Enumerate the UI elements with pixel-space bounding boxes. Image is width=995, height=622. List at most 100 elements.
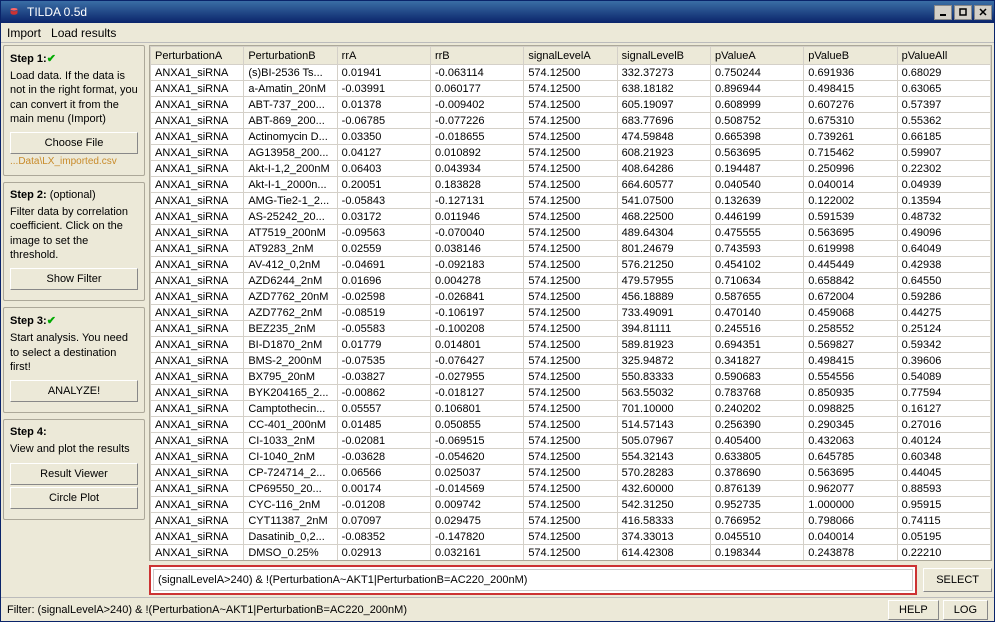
column-header[interactable]: pValueB: [804, 47, 897, 65]
table-row[interactable]: ANXA1_siRNAAZD7762_20nM-0.02598-0.026841…: [151, 289, 991, 305]
data-table-container[interactable]: PerturbationAPerturbationBrrArrBsignalLe…: [149, 45, 992, 561]
select-button[interactable]: SELECT: [923, 568, 992, 592]
table-row[interactable]: ANXA1_siRNACI-1033_2nM-0.02081-0.0695155…: [151, 433, 991, 449]
table-row[interactable]: ANXA1_siRNABI-D1870_2nM0.017790.01480157…: [151, 337, 991, 353]
help-button[interactable]: HELP: [888, 600, 939, 620]
table-row[interactable]: ANXA1_siRNACYC-116_2nM-0.012080.00974257…: [151, 497, 991, 513]
table-cell: 0.665398: [710, 129, 803, 145]
table-cell: 489.64304: [617, 225, 710, 241]
table-row[interactable]: ANXA1_siRNADasatinib_0,2...-0.08352-0.14…: [151, 529, 991, 545]
table-row[interactable]: ANXA1_siRNAAV-412_0,2nM-0.04691-0.092183…: [151, 257, 991, 273]
table-row[interactable]: ANXA1_siRNACYT11387_2nM0.070970.02947557…: [151, 513, 991, 529]
table-cell: 574.12500: [524, 513, 617, 529]
table-cell: CYT11387_2nM: [244, 513, 337, 529]
column-header[interactable]: PerturbationB: [244, 47, 337, 65]
table-row[interactable]: ANXA1_siRNACC-401_200nM0.014850.05085557…: [151, 417, 991, 433]
step3-title: Step 3:✔: [10, 314, 138, 327]
table-cell: 0.498415: [804, 81, 897, 97]
table-cell: 456.18889: [617, 289, 710, 305]
table-cell: 0.64550: [897, 273, 990, 289]
table-cell: CI-1033_2nM: [244, 433, 337, 449]
column-header[interactable]: signalLevelB: [617, 47, 710, 65]
table-cell: Akt-I-1_2000n...: [244, 177, 337, 193]
table-cell: 0.633805: [710, 449, 803, 465]
table-row[interactable]: ANXA1_siRNACamptothecin...0.055570.10680…: [151, 401, 991, 417]
table-cell: 0.132639: [710, 193, 803, 209]
table-row[interactable]: ANXA1_siRNAAT7519_200nM-0.09563-0.070040…: [151, 225, 991, 241]
table-cell: a-Amatin_20nM: [244, 81, 337, 97]
table-row[interactable]: ANXA1_siRNAABT-869_200...-0.06785-0.0772…: [151, 113, 991, 129]
table-cell: 0.783768: [710, 385, 803, 401]
table-cell: 574.12500: [524, 369, 617, 385]
table-row[interactable]: ANXA1_siRNAAkt-I-1,2_200nM0.064030.04393…: [151, 161, 991, 177]
table-row[interactable]: ANXA1_siRNACP69550_20...0.00174-0.014569…: [151, 481, 991, 497]
table-cell: 733.49091: [617, 305, 710, 321]
table-cell: BEZ235_2nM: [244, 321, 337, 337]
table-row[interactable]: ANXA1_siRNA(s)BI-2536 Ts...0.01941-0.063…: [151, 65, 991, 81]
table-row[interactable]: ANXA1_siRNAAS-25242_20...0.031720.011946…: [151, 209, 991, 225]
table-row[interactable]: ANXA1_siRNACP-724714_2...0.065660.025037…: [151, 465, 991, 481]
result-viewer-button[interactable]: Result Viewer: [10, 463, 138, 485]
maximize-button[interactable]: [954, 5, 972, 20]
column-header[interactable]: signalLevelA: [524, 47, 617, 65]
table-cell: 0.74115: [897, 513, 990, 529]
table-cell: AV-412_0,2nM: [244, 257, 337, 273]
show-filter-button[interactable]: Show Filter: [10, 268, 138, 290]
table-row[interactable]: ANXA1_siRNAAZD6244_2nM0.016960.004278574…: [151, 273, 991, 289]
table-cell: 0.715462: [804, 145, 897, 161]
table-cell: 0.63065: [897, 81, 990, 97]
choose-file-button[interactable]: Choose File: [10, 132, 138, 154]
table-cell: 0.60348: [897, 449, 990, 465]
table-row[interactable]: ANXA1_siRNAAkt-I-1_2000n...0.200510.1838…: [151, 177, 991, 193]
table-row[interactable]: ANXA1_siRNABX795_20nM-0.03827-0.02795557…: [151, 369, 991, 385]
minimize-button[interactable]: [934, 5, 952, 20]
filter-input[interactable]: [153, 569, 913, 591]
table-row[interactable]: ANXA1_siRNAABT-737_200...0.01378-0.00940…: [151, 97, 991, 113]
table-cell: 0.672004: [804, 289, 897, 305]
column-header[interactable]: pValueA: [710, 47, 803, 65]
table-cell: 0.587655: [710, 289, 803, 305]
table-cell: 574.12500: [524, 273, 617, 289]
table-cell: 574.12500: [524, 193, 617, 209]
column-header[interactable]: PerturbationA: [151, 47, 244, 65]
table-cell: 505.07967: [617, 433, 710, 449]
table-row[interactable]: ANXA1_siRNADMSO_0.25%0.029130.032161574.…: [151, 545, 991, 561]
table-row[interactable]: ANXA1_siRNAAZD7762_2nM-0.08519-0.1061975…: [151, 305, 991, 321]
table-row[interactable]: ANXA1_siRNAAMG-Tie2-1_2...-0.05843-0.127…: [151, 193, 991, 209]
table-row[interactable]: ANXA1_siRNABEZ235_2nM-0.05583-0.10020857…: [151, 321, 991, 337]
table-cell: 0.06403: [337, 161, 430, 177]
table-cell: 574.12500: [524, 449, 617, 465]
column-header[interactable]: pValueAll: [897, 47, 990, 65]
table-row[interactable]: ANXA1_siRNAActinomycin D...0.03350-0.018…: [151, 129, 991, 145]
table-cell: 701.10000: [617, 401, 710, 417]
table-row[interactable]: ANXA1_siRNACI-1040_2nM-0.03628-0.0546205…: [151, 449, 991, 465]
table-cell: ANXA1_siRNA: [151, 481, 244, 497]
column-header[interactable]: rrB: [430, 47, 523, 65]
column-header[interactable]: rrA: [337, 47, 430, 65]
table-cell: AT9283_2nM: [244, 241, 337, 257]
table-cell: -0.027955: [430, 369, 523, 385]
table-cell: 801.24679: [617, 241, 710, 257]
table-row[interactable]: ANXA1_siRNAAG13958_200...0.041270.010892…: [151, 145, 991, 161]
table-cell: 0.040014: [804, 177, 897, 193]
table-cell: 0.619998: [804, 241, 897, 257]
log-button[interactable]: LOG: [943, 600, 988, 620]
table-row[interactable]: ANXA1_siRNAAT9283_2nM0.025590.038146574.…: [151, 241, 991, 257]
analyze-button[interactable]: ANALYZE!: [10, 380, 138, 402]
table-row[interactable]: ANXA1_siRNABYK204165_2...-0.00862-0.0181…: [151, 385, 991, 401]
table-cell: 542.31250: [617, 497, 710, 513]
table-cell: 0.341827: [710, 353, 803, 369]
circle-plot-button[interactable]: Circle Plot: [10, 487, 138, 509]
check-icon: ✔: [47, 315, 56, 327]
table-cell: ANXA1_siRNA: [151, 225, 244, 241]
table-row[interactable]: ANXA1_siRNABMS-2_200nM-0.07535-0.0764275…: [151, 353, 991, 369]
menu-import[interactable]: Import: [7, 26, 41, 40]
table-row[interactable]: ANXA1_siRNAa-Amatin_20nM-0.039910.060177…: [151, 81, 991, 97]
table-cell: 0.009742: [430, 497, 523, 513]
sidebar: Step 1:✔ Load data. If the data is not i…: [3, 45, 145, 595]
step1-desc: Load data. If the data is not in the rig…: [10, 69, 138, 126]
table-cell: 614.42308: [617, 545, 710, 561]
menu-load-results[interactable]: Load results: [51, 26, 116, 40]
close-button[interactable]: [974, 5, 992, 20]
table-cell: ANXA1_siRNA: [151, 385, 244, 401]
